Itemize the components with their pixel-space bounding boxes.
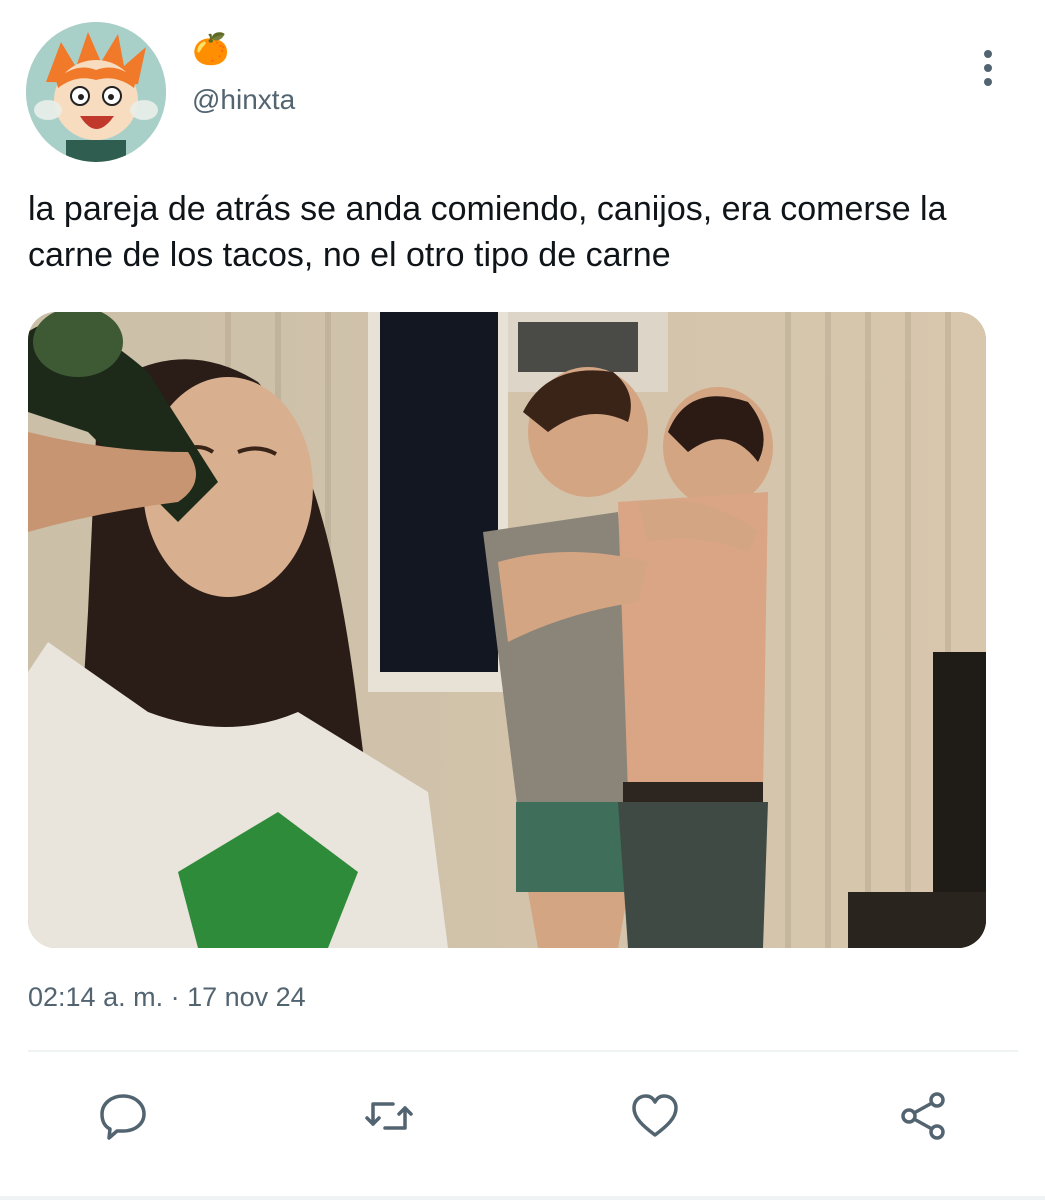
handle[interactable]: @hinxta — [192, 84, 295, 116]
retweet-icon[interactable] — [361, 1088, 417, 1144]
more-options-icon[interactable] — [968, 46, 1008, 90]
tweet-text: la pareja de atrás se anda comiendo, can… — [28, 190, 947, 274]
bottom-divider — [0, 1196, 1045, 1200]
divider — [28, 1050, 1018, 1052]
anime-character-avatar-icon — [26, 22, 166, 162]
share-icon[interactable] — [895, 1088, 951, 1144]
avatar[interactable] — [26, 22, 166, 162]
dot — [984, 78, 992, 86]
like-icon[interactable] — [627, 1088, 683, 1144]
photo-party-image-icon — [28, 312, 986, 948]
reply-icon[interactable] — [95, 1088, 151, 1144]
display-name[interactable]: 🍊 — [192, 32, 229, 68]
tweet-timestamp[interactable]: 02:14 a. m. · 17 nov 24 — [28, 982, 306, 1013]
dot — [984, 50, 992, 58]
tweet-media-photo[interactable] — [28, 312, 986, 948]
dot — [984, 64, 992, 72]
